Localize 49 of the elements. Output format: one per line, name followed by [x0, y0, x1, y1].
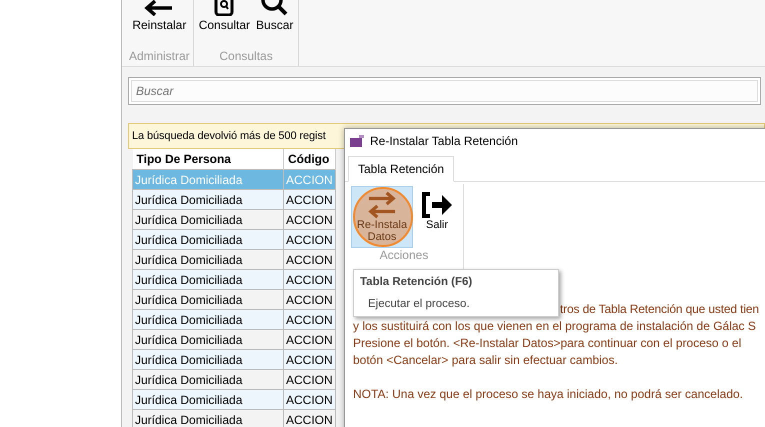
table-cell: Jurídica Domiciliada [132, 350, 284, 370]
note-text: NOTA: Una vez que el proceso se haya iniciado, no podrá ser cancelado. [353, 386, 744, 403]
search-field[interactable]: Buscar [128, 77, 761, 105]
app-icon [350, 135, 364, 147]
message-line: Presione el botón. <Re-Instalar Datos>para continuar con el proceso o el [353, 335, 742, 352]
table-cell: ACCION [284, 410, 336, 427]
click-highlight [353, 187, 413, 247]
exit-icon [420, 191, 454, 219]
table-cell: Jurídica Domiciliada [132, 410, 284, 427]
table-cell: Jurídica Domiciliada [132, 310, 284, 330]
table-row[interactable]: Jurídica Domiciliada ACCION [132, 390, 336, 410]
table-cell: Jurídica Domiciliada [132, 230, 284, 250]
toolbar-button[interactable]: Consultar [196, 0, 252, 49]
group-label: Administrar [129, 49, 190, 65]
toolbar-button[interactable]: Buscar [254, 0, 296, 49]
table-cell: Jurídica Domiciliada [132, 190, 284, 210]
table-cell: ACCION [284, 270, 336, 290]
table-row[interactable]: Jurídica Domiciliada ACCION [132, 350, 336, 370]
table-cell: ACCION [284, 390, 336, 410]
message-line: tros de Tabla Retención que usted tien [560, 301, 759, 318]
toolbar-button[interactable]: Salir [417, 186, 457, 248]
document-search-icon [212, 0, 236, 16]
group-label: Consultas [219, 49, 273, 65]
table-row[interactable]: Jurídica Domiciliada ACCION [132, 310, 336, 330]
table-row[interactable]: Jurídica Domiciliada ACCION [132, 230, 336, 250]
search-icon [260, 0, 290, 16]
table-cell: ACCION [284, 350, 336, 370]
table-cell: ACCION [284, 310, 336, 330]
toolbar-button[interactable]: Reinstalar [130, 0, 188, 49]
table-cell: ACCION [284, 230, 336, 250]
dialog-title: Re-Instalar Tabla Retención [370, 134, 518, 148]
column-header[interactable]: Tipo De Persona [132, 149, 284, 170]
table-cell: Jurídica Domiciliada [132, 390, 284, 410]
message-line: y los sustituirá con los que vienen en el programa de instalación de Gálac S [353, 318, 757, 335]
ribbon-tab[interactable]: Tabla Retención [348, 156, 454, 182]
table-row[interactable]: Jurídica Domiciliada ACCION [132, 270, 336, 290]
table-row[interactable]: Jurídica Domiciliada ACCION [132, 410, 336, 427]
table-cell: Jurídica Domiciliada [132, 270, 284, 290]
table-cell: Jurídica Domiciliada [132, 170, 284, 190]
left-arrow-icon [144, 0, 174, 16]
column-header[interactable]: Código [284, 149, 336, 170]
tooltip-text: Ejecutar el proceso. [368, 298, 471, 310]
table-cell: ACCION [284, 190, 336, 210]
group-label: Acciones [380, 248, 428, 264]
tooltip-title: Tabla Retención (F6) [360, 276, 474, 288]
toolbar-button[interactable]: Re-Instala Datos [351, 186, 413, 248]
message-line: botón <Cancelar> para salir sin efectuar cambios. [353, 352, 619, 369]
table-cell: ACCION [284, 170, 336, 190]
table-row[interactable]: Jurídica Domiciliada ACCION [132, 190, 336, 210]
